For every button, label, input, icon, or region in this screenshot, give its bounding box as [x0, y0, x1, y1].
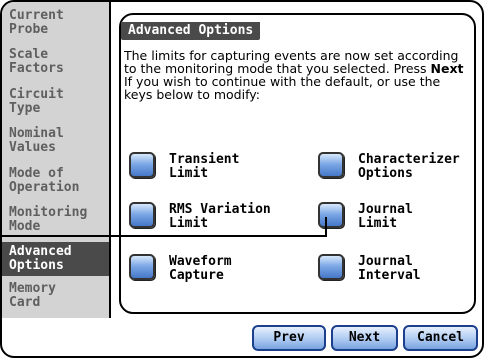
transient-limit-label: Transient Limit	[169, 152, 240, 181]
characterizer-options-button[interactable]	[318, 152, 344, 178]
callout-line-vertical	[325, 217, 327, 237]
sidebar-item-monitoring-mode[interactable]: Monitoring Mode	[9, 206, 109, 234]
sidebar: Current Probe Scale Factors Circuit Type…	[2, 2, 111, 318]
cancel-button[interactable]: Cancel	[403, 325, 478, 351]
rms-variation-limit-label: RMS Variation Limit	[169, 202, 271, 231]
next-button[interactable]: Next	[331, 325, 398, 351]
waveform-capture-button[interactable]	[129, 254, 155, 280]
panel-title: Advanced Options	[121, 22, 261, 40]
description-text: The limits for capturing events are now …	[124, 48, 459, 76]
waveform-capture-label: Waveform Capture	[169, 254, 232, 283]
sidebar-item-scale-factors[interactable]: Scale Factors	[9, 48, 109, 76]
device-screen: Current Probe Scale Factors Circuit Type…	[0, 0, 484, 358]
sidebar-item-memory-card[interactable]: Memory Card	[9, 282, 109, 310]
prev-button[interactable]: Prev	[252, 325, 326, 351]
characterizer-options-label: Characterizer Options	[358, 152, 460, 181]
journal-limit-button[interactable]	[318, 202, 344, 228]
sidebar-item-advanced-options[interactable]: Advanced Options	[2, 242, 109, 276]
sidebar-item-circuit-type[interactable]: Circuit Type	[9, 88, 109, 116]
journal-interval-button[interactable]	[318, 254, 344, 280]
rms-variation-limit-button[interactable]	[129, 202, 155, 228]
transient-limit-button[interactable]	[129, 152, 155, 178]
description-text-end: If you wish to continue with the default…	[124, 74, 441, 102]
panel-description: The limits for capturing events are now …	[124, 49, 464, 101]
sidebar-item-current-probe[interactable]: Current Probe	[9, 9, 109, 37]
journal-limit-label: Journal Limit	[358, 202, 413, 231]
journal-interval-label: Journal Interval	[358, 254, 421, 283]
sidebar-item-mode-of-operation[interactable]: Mode of Operation	[9, 167, 109, 195]
sidebar-item-nominal-values[interactable]: Nominal Values	[9, 127, 109, 155]
callout-line	[2, 235, 327, 237]
